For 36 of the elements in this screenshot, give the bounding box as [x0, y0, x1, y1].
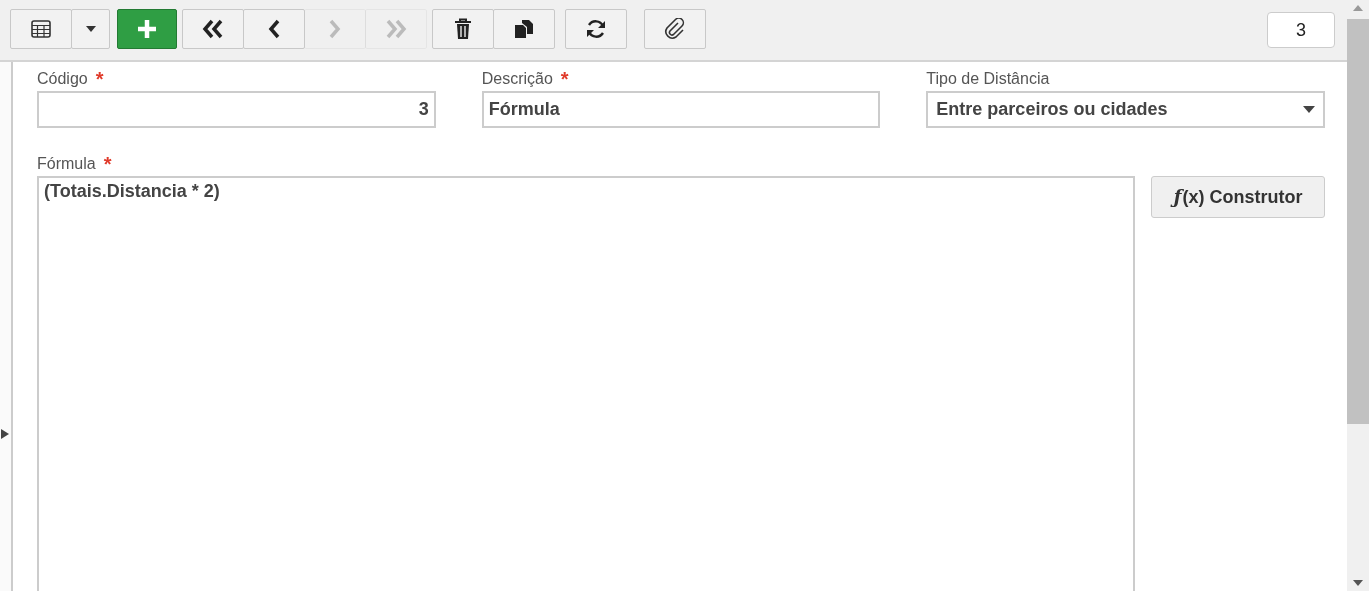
record-count-badge: 3 [1267, 12, 1335, 48]
field-label: Fórmula [37, 155, 96, 173]
attach-button[interactable] [644, 9, 706, 49]
table-icon [31, 20, 51, 38]
trash-icon [454, 18, 472, 40]
required-mark: * [560, 69, 569, 89]
chevron-left-icon [268, 19, 280, 39]
paperclip-icon [664, 18, 686, 40]
plus-icon [137, 19, 157, 39]
copy-icon [514, 19, 534, 39]
scrollbar[interactable] [1347, 0, 1369, 591]
chevron-right-icon [329, 19, 341, 39]
expand-arrow-icon[interactable] [1, 429, 9, 439]
code-field[interactable]: 3 [37, 91, 436, 128]
double-chevron-right-icon [385, 19, 407, 39]
copy-button[interactable] [493, 9, 555, 49]
double-chevron-left-icon [202, 19, 224, 39]
add-button[interactable] [117, 9, 177, 49]
field-label: Código [37, 70, 88, 88]
formula-builder-button[interactable]: ƒ(x) Construtor [1151, 176, 1325, 218]
field-label: Tipo de Distância [926, 70, 1050, 88]
grid-view-button[interactable] [10, 9, 72, 49]
formula-field[interactable]: (Totais.Distancia * 2) [37, 176, 1136, 591]
first-record-button[interactable] [182, 9, 244, 49]
refresh-button[interactable] [565, 9, 627, 49]
caret-icon [1303, 106, 1315, 113]
refresh-icon [585, 18, 607, 40]
required-mark: * [95, 69, 104, 89]
select-field[interactable]: Entre parceiros ou cidades [926, 91, 1325, 128]
scroll-down-icon[interactable] [1353, 580, 1363, 586]
field-label: Descrição [481, 70, 553, 88]
delete-button[interactable] [432, 9, 494, 49]
required-mark: * [103, 154, 112, 174]
description-field[interactable]: Fórmula [481, 91, 881, 128]
caret-icon [85, 26, 96, 32]
previous-button[interactable] [243, 9, 305, 49]
